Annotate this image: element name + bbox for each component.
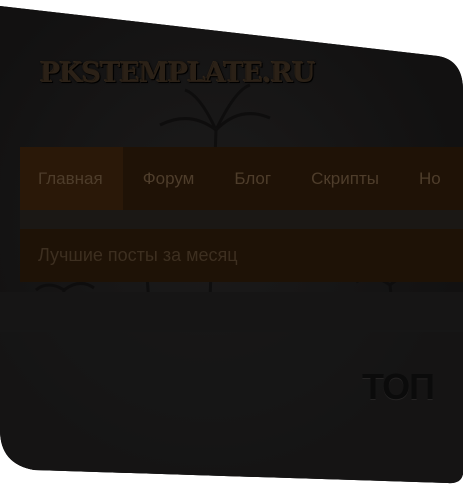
nav-divider-strip [20, 210, 464, 229]
banner-title: Лучшие посты за месяц [38, 245, 238, 265]
nav-item-news[interactable]: Но [399, 147, 461, 210]
screenshot-stage: PKSTEMPLATE.RU Главная Форум Блог Скрипт… [0, 0, 464, 484]
best-posts-banner: Лучшие посты за месяц [20, 229, 464, 282]
nav-item-blog[interactable]: Блог [214, 147, 291, 210]
nav-item-scripts[interactable]: Скрипты [291, 147, 399, 210]
tilted-page-card: PKSTEMPLATE.RU Главная Форум Блог Скрипт… [0, 0, 464, 484]
nav-item-forum[interactable]: Форум [123, 147, 215, 210]
top-heading: ТОП [362, 366, 434, 407]
nav-item-home[interactable]: Главная [20, 147, 123, 210]
site-logo[interactable]: PKSTEMPLATE.RU [40, 58, 315, 89]
main-navigation: Главная Форум Блог Скрипты Но [20, 147, 464, 210]
